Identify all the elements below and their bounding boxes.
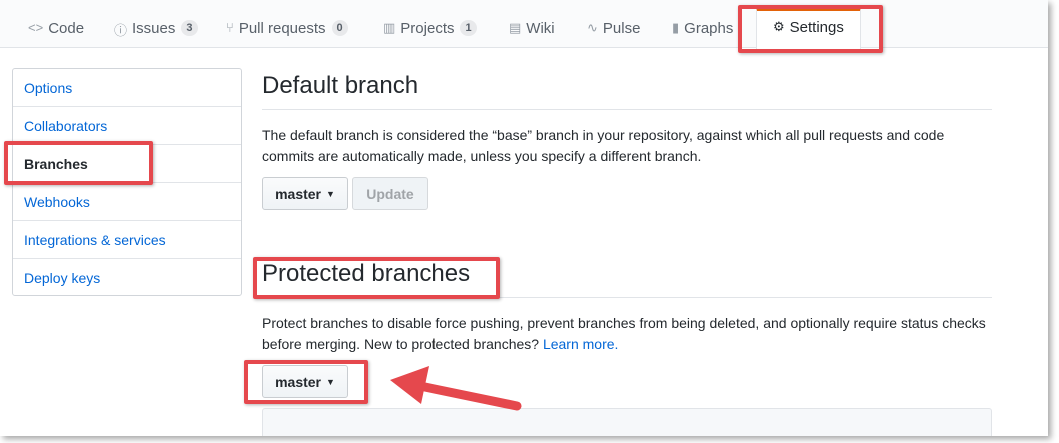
git-pull-request-icon: ⑂ bbox=[226, 20, 234, 35]
learn-more-link[interactable]: Learn more. bbox=[543, 336, 618, 352]
tab-graphs[interactable]: ▮ Graphs bbox=[672, 10, 733, 48]
default-branch-select[interactable]: master ▼ bbox=[262, 177, 348, 210]
tab-code[interactable]: <> Code bbox=[28, 10, 84, 48]
projects-counter: 1 bbox=[460, 20, 477, 36]
protected-branches-description: Protect branches to disable force pushin… bbox=[262, 313, 997, 355]
master-select-highlight-box bbox=[244, 360, 368, 404]
project-icon: ▥ bbox=[383, 20, 396, 35]
issues-counter: 3 bbox=[181, 20, 198, 36]
protected-branches-highlight-box bbox=[253, 257, 500, 299]
sidebar-item-options[interactable]: Options bbox=[13, 69, 241, 107]
sidebar-item-collaborators[interactable]: Collaborators bbox=[13, 107, 241, 145]
sidebar-item-deploy-keys[interactable]: Deploy keys bbox=[13, 259, 241, 297]
sidebar-item-integrations[interactable]: Integrations & services bbox=[13, 221, 241, 259]
default-branch-heading: Default branch bbox=[262, 72, 419, 99]
caret-down-icon: ▼ bbox=[326, 188, 335, 199]
tab-pulse-label: Pulse bbox=[602, 20, 641, 37]
tab-issues[interactable]: ⓘ Issues 3 bbox=[114, 10, 198, 48]
text-cursor-icon: I bbox=[432, 335, 436, 351]
tab-wiki[interactable]: ▤ Wiki bbox=[509, 10, 555, 48]
repo-tab-bar: <> Code ⓘ Issues 3 ⑂ Pull requests 0 ▥ P… bbox=[0, 0, 1048, 49]
default-branch-divider bbox=[262, 109, 992, 110]
pull-requests-counter: 0 bbox=[331, 20, 348, 36]
default-branch-select-label: master bbox=[275, 185, 321, 202]
tab-projects[interactable]: ▥ Projects 1 bbox=[383, 10, 477, 48]
sidebar-item-webhooks[interactable]: Webhooks bbox=[13, 183, 241, 221]
settings-highlight-box bbox=[738, 5, 883, 53]
tab-pull-requests-label: Pull requests bbox=[238, 20, 326, 37]
tab-wiki-label: Wiki bbox=[526, 20, 555, 37]
book-icon: ▤ bbox=[509, 20, 522, 35]
pulse-icon: ∿ bbox=[587, 20, 598, 35]
screenshot-frame: <> Code ⓘ Issues 3 ⑂ Pull requests 0 ▥ P… bbox=[0, 0, 1048, 436]
code-icon: <> bbox=[28, 20, 44, 35]
tab-graphs-label: Graphs bbox=[684, 20, 734, 37]
tab-issues-label: Issues bbox=[132, 20, 176, 37]
tab-pulse[interactable]: ∿ Pulse bbox=[587, 10, 640, 48]
tab-code-label: Code bbox=[48, 20, 85, 37]
protected-branches-text: Protect branches to disable force pushin… bbox=[262, 315, 986, 352]
update-button[interactable]: Update bbox=[352, 177, 428, 210]
issue-opened-icon: ⓘ bbox=[114, 23, 128, 38]
annotation-arrow-icon bbox=[390, 366, 522, 411]
branches-highlight-box bbox=[4, 141, 153, 185]
protected-branch-panel bbox=[262, 408, 992, 436]
graph-icon: ▮ bbox=[672, 20, 680, 35]
default-branch-description: The default branch is considered the “ba… bbox=[262, 127, 945, 164]
tab-pull-requests[interactable]: ⑂ Pull requests 0 bbox=[226, 10, 348, 48]
tab-projects-label: Projects bbox=[400, 20, 455, 37]
